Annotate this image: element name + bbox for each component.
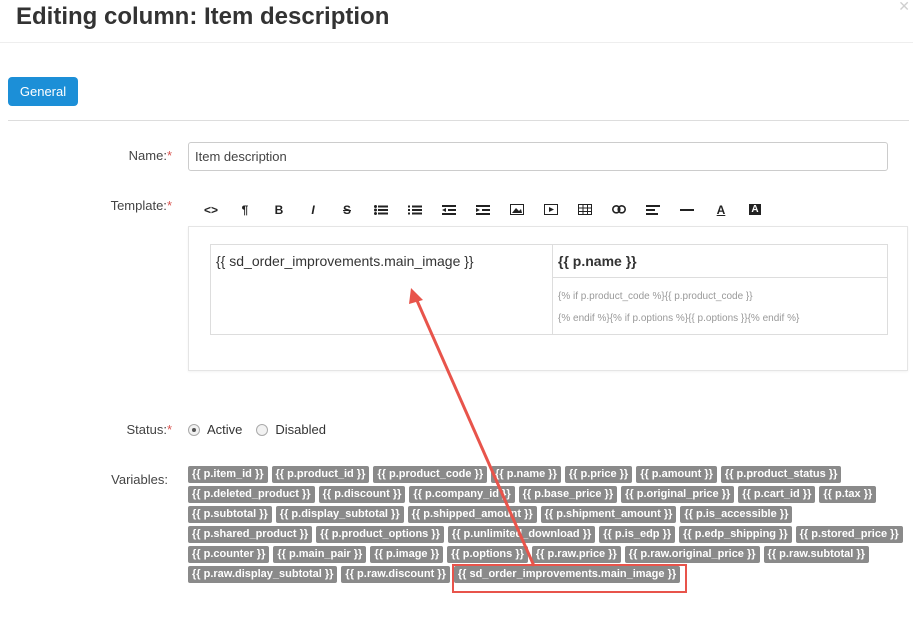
status-active-label[interactable]: Active (207, 422, 242, 437)
variable-chip[interactable]: {{ p.edp_shipping }} (679, 526, 792, 543)
variable-chip[interactable]: {{ p.shared_product }} (188, 526, 313, 543)
strikethrough-icon[interactable]: S (330, 197, 364, 223)
variable-chip[interactable]: {{ p.item_id }} (188, 466, 268, 483)
indent-icon[interactable] (466, 197, 500, 223)
code-line-1: {% if p.product_code %}{{ p.product_code… (558, 291, 753, 302)
variable-chip[interactable]: {{ p.discount }} (318, 486, 406, 503)
variable-chip[interactable]: {{ p.image }} (370, 546, 444, 563)
variable-chip[interactable]: {{ p.base_price }} (518, 486, 618, 503)
variable-chip[interactable]: {{ p.raw.price }} (531, 546, 621, 563)
font-color-icon[interactable]: A (704, 197, 738, 223)
variable-chip[interactable]: {{ p.amount }} (636, 466, 717, 483)
variable-chip[interactable]: {{ p.unlimited_download }} (447, 526, 596, 543)
status-group: Active Disabled (188, 422, 340, 437)
tab-general[interactable]: General (8, 77, 78, 106)
annotation-highlight-box (452, 564, 687, 593)
variable-chip[interactable]: {{ p.cart_id }} (738, 486, 816, 503)
variable-chip[interactable]: {{ p.options }} (447, 546, 528, 563)
dialog-title: Editing column: Item description (16, 3, 390, 30)
link-icon[interactable] (602, 197, 636, 223)
variable-chip[interactable]: {{ p.company_id }} (409, 486, 515, 503)
paragraph-icon[interactable]: ¶ (228, 197, 262, 223)
variable-chip[interactable]: {{ p.original_price }} (621, 486, 735, 503)
horizontal-rule-icon[interactable] (670, 197, 704, 223)
unordered-list-icon[interactable] (364, 197, 398, 223)
code-line-2: {% endif %}{% if p.options %}{{ p.option… (558, 313, 800, 324)
variable-chip[interactable]: {{ p.tax }} (819, 486, 877, 503)
template-editor[interactable]: {{ sd_order_improvements.main_image }} {… (188, 226, 908, 371)
status-active-radio[interactable] (188, 423, 200, 436)
italic-icon[interactable]: I (296, 197, 330, 223)
variable-chip[interactable]: {{ p.name }} (491, 466, 561, 483)
status-label: Status:* (126, 422, 172, 437)
name-label: Name:* (128, 148, 172, 163)
bold-icon[interactable]: B (262, 197, 296, 223)
variable-chip[interactable]: {{ p.product_code }} (373, 466, 488, 483)
table-icon[interactable] (568, 197, 602, 223)
close-icon[interactable]: ✕ (898, 0, 910, 15)
video-icon[interactable] (534, 197, 568, 223)
variable-chip[interactable]: {{ p.deleted_product }} (188, 486, 315, 503)
product-code-cell[interactable]: {% if p.product_code %}{{ p.product_code… (552, 277, 888, 335)
variable-chip[interactable]: {{ p.product_status }} (720, 466, 842, 483)
template-table: {{ sd_order_improvements.main_image }} {… (210, 244, 888, 335)
variable-chip[interactable]: {{ p.subtotal }} (188, 506, 272, 523)
variable-chip[interactable]: {{ p.counter }} (188, 546, 270, 563)
variable-chip[interactable]: {{ p.raw.display_subtotal }} (188, 566, 338, 583)
variable-chip[interactable]: {{ p.price }} (564, 466, 633, 483)
variable-chip[interactable]: {{ p.shipped_amount }} (407, 506, 537, 523)
html-code-icon[interactable]: <> (194, 197, 228, 223)
variable-chip[interactable]: {{ p.raw.subtotal }} (763, 546, 869, 563)
status-disabled-radio[interactable] (256, 423, 269, 436)
variable-chip[interactable]: {{ p.shipment_amount }} (540, 506, 677, 523)
tabs-divider (8, 120, 909, 121)
background-color-icon[interactable]: A (738, 197, 772, 223)
variable-chip[interactable]: {{ p.product_options }} (316, 526, 444, 543)
align-icon[interactable] (636, 197, 670, 223)
variable-chip[interactable]: {{ p.raw.original_price }} (624, 546, 760, 563)
outdent-icon[interactable] (432, 197, 466, 223)
header-divider (0, 42, 913, 43)
product-name-cell[interactable]: {{ p.name }} (552, 244, 888, 278)
variable-chip[interactable]: {{ p.product_id }} (271, 466, 370, 483)
variable-chip[interactable]: {{ p.is_edp }} (599, 526, 676, 543)
variables-label: Variables: (111, 472, 168, 487)
variable-chip[interactable]: {{ p.main_pair }} (273, 546, 367, 563)
status-disabled-label[interactable]: Disabled (275, 422, 326, 437)
variable-chip[interactable]: {{ p.raw.discount }} (341, 566, 450, 583)
ordered-list-icon[interactable] (398, 197, 432, 223)
variable-chip[interactable]: {{ p.display_subtotal }} (275, 506, 404, 523)
name-field[interactable]: Item description (188, 142, 888, 171)
image-icon[interactable] (500, 197, 534, 223)
main-image-cell[interactable]: {{ sd_order_improvements.main_image }} (210, 244, 553, 335)
variable-chip[interactable]: {{ p.is_accessible }} (680, 506, 793, 523)
template-label: Template:* (110, 198, 172, 213)
editor-toolbar: <> ¶ B I S A A (188, 193, 908, 226)
variable-chip[interactable]: {{ p.stored_price }} (795, 526, 903, 543)
